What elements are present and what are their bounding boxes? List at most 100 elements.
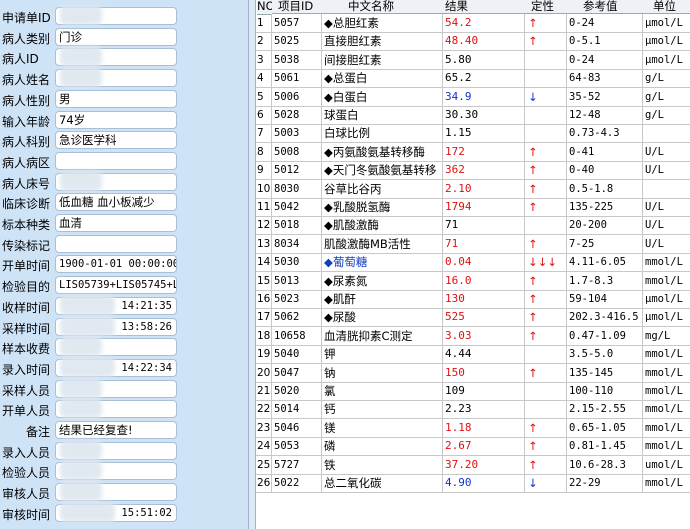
field-value[interactable] [55,234,177,253]
result-cell: 34.9 [443,87,525,106]
form-row: 传染标记 [0,234,248,255]
flag-cell: ↑ [525,308,567,327]
row-number: 20 [256,363,272,382]
form-row: 检验人员 [0,460,248,482]
table-row[interactable]: 8 5008 ◆丙氨酸氨基转移酶 172 ↑ 0-41 U/L [256,142,690,162]
item-name-cell: ◆尿素氮 [322,271,443,290]
item-id-cell: 5053 [272,437,322,456]
row-number: 12 [256,216,272,235]
table-row[interactable]: 22 5014 钙 2.23 2.15-2.55 mmol/L [256,400,690,420]
item-name-cell: 直接胆红素 [322,32,443,51]
reference-cell: 0.47-1.09 [567,326,643,345]
table-row[interactable]: 12 5018 ◆肌酸激酶 71 20-200 U/L [256,216,690,236]
table-row[interactable]: 26 5022 总二氧化碳 4.90 ↓ 22-29 mmol/L [256,474,690,493]
form-row: 审核时间 15:51:02 [0,501,248,524]
form-row: 输入年龄 74岁 [0,110,248,131]
item-name-cell: 磷 [322,437,443,456]
header-item-id[interactable]: 项目ID [272,0,322,14]
field-value[interactable]: LIS05739+LIS05745+LI [55,276,177,295]
field-label: 录入人员 [2,445,51,460]
result-cell: 71 [443,216,525,235]
table-row[interactable]: 15 5013 ◆尿素氮 16.0 ↑ 1.7-8.3 mmol/L [256,271,690,291]
table-row[interactable]: 7 5003 白球比例 1.15 0.73-4.3 [256,124,690,144]
reference-cell: 100-110 [567,382,643,400]
header-reference[interactable]: 参考值 [567,0,643,14]
table-row[interactable]: 9 5012 ◆天门冬氨酸氨基转移 362 ↑ 0-40 U/L [256,161,690,181]
reference-cell: 1.7-8.3 [567,271,643,290]
unit-cell: U/L [645,201,664,213]
flag-cell [525,216,567,235]
field-value[interactable]: 74岁 [55,110,177,129]
flag-cell: ↓ [525,87,567,106]
reference-cell: 0-24 [567,14,643,32]
reference-cell: 4.11-6.05 [567,253,643,272]
row-number: 7 [256,124,272,143]
table-row[interactable]: 17 5062 ◆尿酸 525 ↑ 202.3-416.5 μmol/L [256,308,690,328]
table-row[interactable]: 25 5727 铁 37.20 ↑ 10.6-28.3 umol/L [256,455,690,475]
header-result[interactable]: 结果 [443,0,525,14]
header-chinese-name[interactable]: 中文名称 [322,0,443,14]
table-row[interactable]: 13 8034 肌酸激酶MB活性 71 ↑ 7-25 U/L [256,234,690,254]
unit-cell: g/L [645,72,664,85]
field-value[interactable] [55,151,177,170]
table-row[interactable]: 19 5040 钾 4.44 3.5-5.0 mmol/L [256,345,690,365]
result-cell: 362 [443,161,525,180]
item-name-cell: ◆总胆红素 [322,14,443,32]
field-label: 开单时间 [2,259,51,274]
field-value[interactable]: 男 [55,89,177,108]
redacted-region [60,46,102,67]
reference-cell: 0-5.1 [567,32,643,51]
result-cell: 2.23 [443,400,525,419]
row-number: 15 [256,271,272,290]
unit-cell: μmol/L [645,53,683,66]
row-number: 11 [256,198,272,216]
flag-cell: ↑ [525,455,567,474]
result-cell: 0.04 [443,253,525,272]
item-name-cell: ◆丙氨酸氨基转移酶 [322,142,443,161]
header-no[interactable]: NO [257,0,275,15]
item-name-cell: 球蛋白 [322,106,443,124]
item-id-cell: 5006 [272,87,322,106]
table-row[interactable]: 1 5057 ◆总胆红素 54.2 ↑ 0-24 μmol/L [256,14,690,33]
result-cell: 37.20 [443,455,525,474]
result-cell: 1794 [443,198,525,216]
field-label: 输入年龄 [2,114,51,129]
result-cell: 109 [443,382,525,400]
item-name-cell: 钠 [322,363,443,382]
field-value[interactable]: 血清 [55,214,177,232]
item-name-cell: 钙 [322,400,443,419]
table-row[interactable]: 6 5028 球蛋白 30.30 12-48 g/L [256,106,690,125]
table-row[interactable]: 11 5042 ◆乳酸脱氢酶 1794 ↑ 135-225 U/L [256,198,690,217]
table-row[interactable]: 3 5038 间接胆红素 5.80 0-24 μmol/L [256,50,690,70]
item-name-cell: ◆白蛋白 [322,87,443,106]
panel-splitter[interactable] [248,0,256,529]
result-cell: 2.67 [443,437,525,456]
result-cell: 4.44 [443,345,525,364]
field-value[interactable]: 低血糖 血小板减少 [55,193,177,212]
table-row[interactable]: 24 5053 磷 2.67 ↑ 0.81-1.45 mmol/L [256,437,690,457]
table-row[interactable]: 4 5061 ◆总蛋白 65.2 64-83 g/L [256,69,690,89]
field-value[interactable]: 急诊医学科 [55,131,177,150]
table-row[interactable]: 2 5025 直接胆红素 48.40 ↑ 0-5.1 μmol/L [256,32,690,52]
header-unit[interactable]: 单位 [643,0,690,14]
table-row[interactable]: 23 5046 镁 1.18 ↑ 0.65-1.05 mmol/L [256,418,690,438]
form-row: 病人性别男 [0,89,248,110]
field-label: 审核时间 [2,507,51,522]
field-value[interactable]: 结果已经复查! [55,421,177,439]
table-row[interactable]: 18 10658 血清胱抑素C测定 3.03 ↑ 0.47-1.09 mg/L [256,326,690,346]
table-row[interactable]: 20 5047 钠 150 ↑ 135-145 mmol/L [256,363,690,383]
table-row[interactable]: 21 5020 氯 109 100-110 mmol/L [256,382,690,401]
result-cell: 172 [443,142,525,161]
table-row[interactable]: 10 8030 谷草比谷丙 2.10 ↑ 0.5-1.8 [256,179,690,199]
field-label: 病人性别 [2,93,51,108]
header-qualitative[interactable]: 定性 [525,0,567,14]
table-row[interactable]: 14 5030 ◆葡萄糖 0.04 ↓↓↓ 4.11-6.05 mmol/L [256,253,690,273]
table-row[interactable]: 5 5006 ◆白蛋白 34.9 ↓ 35-52 g/L [256,87,690,107]
table-row[interactable]: 16 5023 ◆肌酐 130 ↑ 59-104 μmol/L [256,290,690,309]
item-name-cell: 白球比例 [322,124,443,143]
field-label: 开单人员 [2,404,51,419]
field-value[interactable]: 1900-01-01 00:00:00 [55,255,177,274]
form-row: 录入人员 [0,439,248,462]
field-value[interactable]: 门诊 [55,27,177,46]
item-id-cell: 5062 [272,308,322,327]
